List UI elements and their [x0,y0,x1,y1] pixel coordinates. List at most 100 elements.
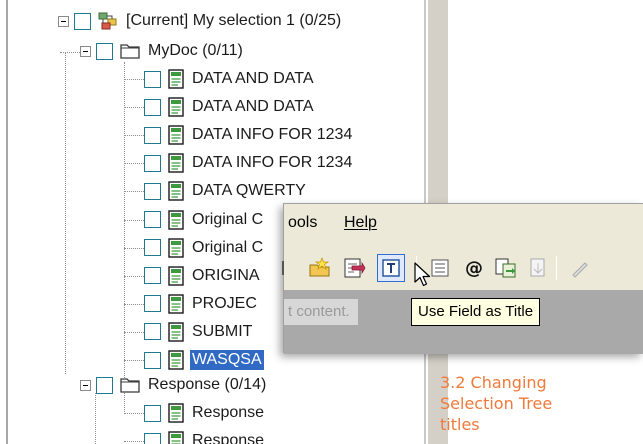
tree-connector [60,52,80,53]
content-hint-text: t content. [284,299,358,325]
list-icon [431,259,449,277]
mydoc-item[interactable]: ORIGINA [144,265,262,287]
tree-connector [124,413,144,414]
svg-text:@: @ [465,258,483,279]
item-checkbox[interactable] [144,323,161,341]
tree-node-response[interactable]: Response (0/14) [80,374,268,396]
document-icon [168,350,184,370]
use-field-as-title-button[interactable] [377,254,405,282]
folder-icon [120,44,140,59]
response-item[interactable]: Response [144,402,266,424]
tree-node-mydoc[interactable]: MyDoc (0/11) [80,40,245,62]
tree-connector [124,191,144,193]
item-checkbox[interactable] [144,295,161,313]
folder-icon [120,378,140,393]
item-label: Response [192,432,265,444]
item-label: Response [192,404,265,421]
response-checkbox[interactable] [96,376,113,394]
new-folder-icon [309,257,330,277]
item-checkbox[interactable] [144,239,161,257]
document-icon [168,69,184,89]
tree-connector [124,135,144,137]
mydoc-item[interactable]: DATA AND DATA [144,96,316,118]
tree-connector [95,393,96,444]
mydoc-item[interactable]: DATA QWERTY [144,180,308,202]
mydoc-checkbox[interactable] [96,42,113,60]
mydoc-item[interactable]: WASQSA [144,349,264,371]
mydoc-item[interactable]: Original C [144,209,265,231]
collapse-icon[interactable] [80,379,91,391]
toolbar-separator [556,256,557,280]
mydoc-item[interactable]: PROJEC [144,293,259,315]
item-checkbox[interactable] [144,211,161,228]
import-button-disabled[interactable] [524,254,552,282]
new-folder-button[interactable] [306,254,334,282]
mydoc-item[interactable]: SUBMIT [144,321,254,343]
document-icon [168,431,184,444]
document-icon [168,265,184,286]
item-checkbox[interactable] [144,267,161,285]
item-label: DATA AND DATA [192,70,314,87]
content-area: t content. Use Field as Title [284,290,643,354]
toolbar-button-partial[interactable] [566,254,594,282]
menu-tools[interactable]: ools [288,214,317,232]
item-checkbox[interactable] [144,182,161,200]
item-label: Original C [192,210,264,228]
tree-connector [124,247,144,249]
mydoc-item[interactable]: DATA AND DATA [144,68,316,90]
root-checkbox[interactable] [74,12,91,30]
mydoc-item[interactable]: DATA INFO FOR 1234 [144,124,354,146]
export-icon [495,258,516,278]
toolbar-popup: ools Help @ t content. Use Field as Titl… [282,203,643,354]
item-label: PROJEC [192,294,257,312]
mouse-cursor-icon [414,262,431,287]
toolbar-button-partial[interactable] [272,254,300,282]
tree-connector [124,360,144,361]
document-icon [168,181,184,202]
collapse-icon[interactable] [80,45,91,57]
item-checkbox[interactable] [144,98,161,116]
item-label: DATA QWERTY [192,182,306,200]
collapse-icon[interactable] [58,15,69,27]
caption-line-1: 3.2 Changing [440,373,547,392]
tree-connector [124,163,144,165]
document-icon [168,209,184,230]
document-icon [168,125,184,145]
item-checkbox[interactable] [144,351,161,369]
move-button[interactable] [340,254,368,282]
item-label: DATA AND DATA [192,98,314,116]
tree-node-root[interactable]: [Current] My selection 1 (0/25) [58,10,343,32]
item-checkbox[interactable] [144,126,161,144]
document-icon [168,153,184,173]
tree-connector [65,52,66,374]
import-icon [530,258,545,277]
email-button[interactable]: @ [460,254,488,282]
toolbar: @ [282,248,643,290]
document-arrow-icon [344,258,366,278]
root-label: [Current] My selection 1 (0/25) [126,12,342,29]
item-label: ORIGINA [192,266,260,284]
mydoc-item[interactable]: DATA INFO FOR 1234 [144,152,354,174]
item-checkbox[interactable] [144,70,161,88]
item-checkbox[interactable] [144,432,161,444]
menu-help[interactable]: Help [344,214,377,232]
mydoc-label: MyDoc (0/11) [148,42,243,59]
response-item[interactable]: Response [144,430,266,444]
figure-caption: 3.2 Changing Selection Tree titles [440,372,640,435]
item-label: WASQSA [190,350,264,370]
tree-connector [124,441,144,442]
mydoc-item[interactable]: Original C [144,237,265,259]
tooltip: Use Field as Title [411,298,541,326]
tree-connector [124,79,144,80]
key-icon [282,261,284,275]
pen-icon [572,262,588,278]
export-button[interactable] [492,254,520,282]
document-icon [168,294,184,314]
item-checkbox[interactable] [144,154,161,172]
tree-connector [124,107,144,109]
tree-connector [124,219,144,221]
document-icon [168,237,184,258]
item-checkbox[interactable] [144,404,161,422]
response-label: Response (0/14) [148,376,267,393]
title-field-icon [382,259,400,277]
